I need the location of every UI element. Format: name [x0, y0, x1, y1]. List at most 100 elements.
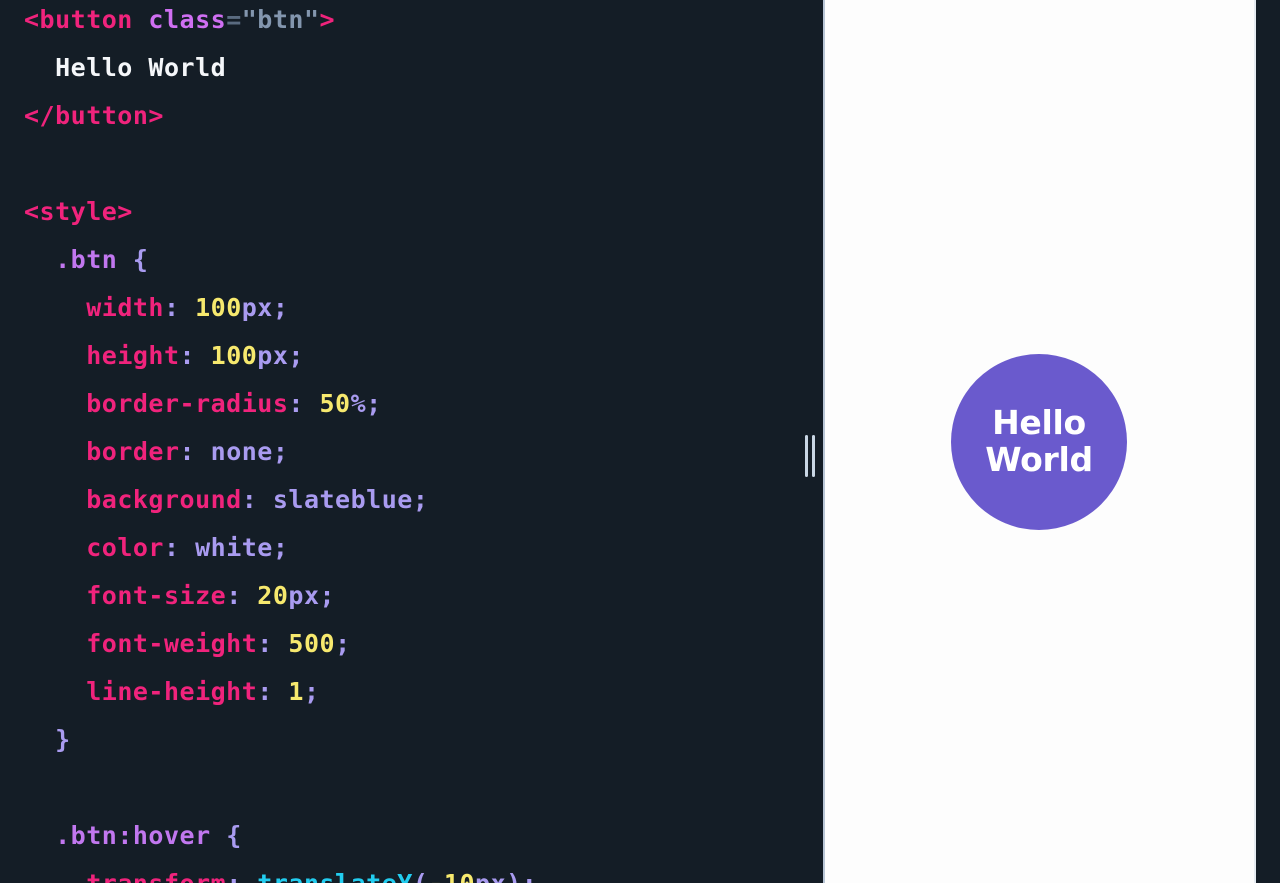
code-line: <button class="btn"> — [0, 0, 825, 44]
code-token-prop: border-radius — [86, 389, 289, 418]
code-token-punc: ; — [319, 581, 336, 610]
code-token-num: 20 — [257, 581, 289, 610]
code-token-prop: width — [86, 293, 164, 322]
code-token-val: white — [195, 533, 273, 562]
code-token-fn: translateY — [257, 869, 413, 883]
code-token-punc: ; — [335, 629, 351, 658]
code-editor-pane[interactable]: <button class="btn"> Hello World </button… — [0, 0, 825, 883]
code-token-prop: background — [86, 485, 242, 514]
code-token-val: none — [210, 437, 273, 466]
code-line: font-weight: 500; — [0, 620, 825, 668]
code-line: border-radius: 50%; — [0, 380, 825, 428]
code-token-punc: : — [179, 437, 211, 466]
code-token-punc: ); — [506, 869, 537, 883]
code-token-punc: : — [288, 389, 320, 418]
splitter-grip-bar — [805, 435, 808, 477]
code-token-punc: ; — [272, 533, 289, 562]
code-token-punc: : — [226, 869, 257, 883]
code-token-prop: color — [86, 533, 164, 562]
code-token-unit: px — [257, 341, 289, 370]
code-token-sel: .btn:hover — [55, 821, 211, 850]
code-token-prop: border — [86, 437, 180, 466]
code-token-num: 50 — [319, 389, 351, 418]
code-token-punc: : — [179, 341, 211, 370]
vertical-splitter[interactable] — [797, 0, 823, 883]
code-token-prop: font-weight — [86, 629, 258, 658]
code-token-tag: <button — [24, 5, 133, 34]
code-line: background: slateblue; — [0, 476, 825, 524]
button-text: Hello World — [985, 402, 1093, 479]
code-token-punc: ( — [413, 869, 429, 883]
code-line: width: 100px; — [0, 284, 825, 332]
code-line: .btn:hover { — [0, 812, 825, 860]
code-token-punc: ; — [288, 341, 304, 370]
code-editor-content[interactable]: <button class="btn"> Hello World </button… — [0, 0, 825, 883]
code-line: line-height: 1; — [0, 668, 825, 716]
code-playground: <button class="btn"> Hello World </button… — [0, 0, 1280, 883]
code-token-prop: line-height — [86, 677, 258, 706]
splitter-grip-icon[interactable] — [803, 435, 817, 477]
code-line: } — [0, 716, 825, 764]
code-token-text: Hello World — [24, 53, 227, 82]
code-token-attr: class — [148, 5, 227, 34]
code-token-prop: transform — [86, 869, 226, 883]
code-token-num: 500 — [288, 629, 336, 658]
code-token-tag: <style> — [24, 197, 133, 226]
code-token-str: "btn" — [241, 5, 320, 34]
code-token-punc: : — [257, 629, 289, 658]
code-token-punc: ; — [412, 485, 429, 514]
code-token-unit: % — [350, 389, 367, 418]
button-label-line-1: Hello — [992, 402, 1086, 442]
code-token-eq: = — [226, 5, 242, 34]
code-token-tag: > — [319, 5, 336, 34]
code-token-unit: px — [241, 293, 273, 322]
code-token-tag: </button> — [24, 101, 164, 130]
editor-pane-edge — [823, 0, 825, 883]
hello-world-circle-button[interactable]: Hello World — [951, 353, 1127, 530]
code-token-punc: ; — [366, 389, 382, 418]
code-line: <style> — [0, 188, 825, 236]
code-token-num: 1 — [288, 677, 304, 706]
code-token-punc: ; — [272, 437, 289, 466]
code-line: Hello World — [0, 44, 825, 92]
code-token-punc: : — [257, 677, 289, 706]
code-token-punc: ; — [303, 677, 320, 706]
code-token-punc: { — [132, 245, 149, 274]
code-line: transform: translateY(-10px); — [0, 860, 825, 883]
code-token-punc: } — [55, 725, 71, 754]
code-token-punc: : — [226, 581, 258, 610]
code-token-unit: px — [288, 581, 320, 610]
code-token-num: 100 — [210, 341, 258, 370]
right-side-rail — [1256, 0, 1280, 883]
code-token-punc: { — [226, 821, 242, 850]
code-token-sel: .btn — [55, 245, 118, 274]
code-token-punc: : — [163, 293, 196, 322]
code-token-punc: : — [163, 533, 196, 562]
code-line: border: none; — [0, 428, 825, 476]
code-token-num: 100 — [195, 293, 242, 322]
preview-pane: Hello World — [825, 0, 1280, 883]
code-token-prop: font-size — [86, 581, 227, 610]
code-line: color: white; — [0, 524, 825, 572]
code-token-val: slateblue — [272, 485, 413, 514]
splitter-grip-bar — [812, 435, 815, 477]
code-token-punc: : — [241, 485, 273, 514]
